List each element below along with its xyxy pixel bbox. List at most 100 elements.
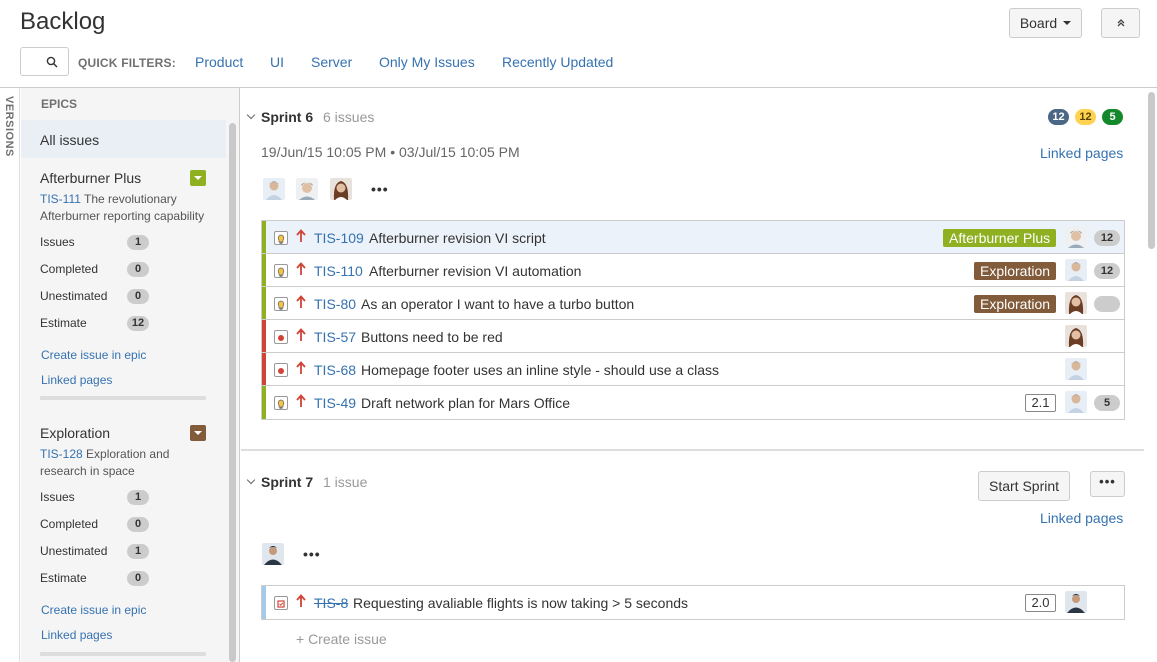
epic-linked-pages-link[interactable]: Linked pages (41, 373, 112, 387)
epic-stat-label: Unestimated (40, 289, 108, 303)
issue-type-bar (262, 386, 266, 419)
issue-summary: Afterburner revision VI script (369, 230, 546, 246)
avatar[interactable] (262, 543, 284, 565)
priority-major-icon (296, 328, 306, 341)
issue-row[interactable]: TIS-80 As an operator I want to have a t… (262, 287, 1124, 320)
issue-type-bar (262, 586, 266, 619)
avatar[interactable] (1065, 391, 1087, 413)
epic-stat-badge: 1 (127, 490, 149, 505)
avatar[interactable] (263, 178, 285, 200)
issue-row[interactable]: TIS-49 Draft network plan for Mars Offic… (262, 386, 1124, 419)
versions-panel[interactable] (0, 88, 20, 662)
priority-major-icon (296, 394, 306, 407)
create-issue-in-epic-link[interactable]: Create issue in epic (41, 348, 146, 362)
all-issues-label: All issues (40, 132, 100, 148)
issue-row[interactable]: TIS-57 Buttons need to be red (262, 320, 1124, 353)
issue-summary: Homepage footer uses an inline style - s… (361, 362, 719, 378)
estimate-badge: 12 (1094, 263, 1120, 279)
story-points-badge: 2.1 (1025, 394, 1056, 412)
story-icon (274, 297, 288, 311)
board-button[interactable]: Board (1009, 8, 1082, 38)
sprint-collapse-icon[interactable] (246, 475, 256, 485)
issue-row[interactable]: TIS-109 Afterburner revision VI script A… (262, 221, 1124, 254)
epic-linked-pages-link[interactable]: Linked pages (41, 628, 112, 642)
quick-filter-only-my-issues[interactable]: Only My Issues (379, 54, 475, 70)
quick-filter-product[interactable]: Product (195, 54, 243, 70)
collapse-header-button[interactable] (1101, 8, 1140, 38)
epic-lozenge[interactable]: Exploration (974, 295, 1057, 313)
search-input[interactable] (20, 47, 69, 76)
story-icon (274, 396, 288, 410)
sprint-issue-list: TIS-8 Requesting avaliable flights is no… (261, 585, 1125, 620)
avatar[interactable] (1065, 226, 1087, 248)
status-badge-in-progress: 12 (1075, 109, 1096, 125)
epic-stat-badge: 1 (127, 235, 149, 250)
priority-major-icon (296, 361, 306, 374)
epic-name: Exploration (40, 425, 111, 441)
sprint-linked-pages-link[interactable]: Linked pages (1040, 510, 1123, 526)
issue-key[interactable]: TIS-109 (314, 230, 364, 246)
epics-panel: EPICS All issues Afterburner Plus TIS-11… (21, 88, 240, 662)
issue-type-bar (262, 221, 266, 253)
create-issue-link[interactable]: + Create issue (296, 631, 387, 647)
quick-filter-ui[interactable]: UI (270, 54, 284, 70)
avatar[interactable] (330, 178, 352, 200)
sprint-name: Sprint 7 (261, 474, 314, 490)
epic-progress-bar (40, 652, 206, 656)
start-sprint-button[interactable]: Start Sprint (978, 471, 1070, 501)
issue-type-bar (262, 353, 266, 385)
board-button-label: Board (1019, 15, 1058, 31)
story-icon (274, 231, 288, 245)
epic-stat-label: Issues (40, 235, 75, 249)
issue-key[interactable]: TIS-49 (314, 395, 356, 411)
avatar[interactable] (1065, 325, 1087, 347)
status-badge-done: 5 (1102, 109, 1123, 125)
epic-stat-label: Estimate (40, 316, 87, 330)
sprint-collapse-icon[interactable] (246, 110, 256, 120)
issue-row[interactable]: TIS-110 Afterburner revision VI automati… (262, 254, 1124, 287)
double-chevron-up-icon (1117, 19, 1124, 27)
epic-stat-badge: 1 (127, 544, 149, 559)
quick-filter-server[interactable]: Server (311, 54, 352, 70)
create-issue-in-epic-link[interactable]: Create issue in epic (41, 603, 146, 617)
sprint-more-actions-button[interactable]: ••• (1090, 471, 1125, 497)
epics-scrollbar[interactable] (229, 123, 236, 662)
avatar[interactable] (1065, 292, 1087, 314)
issue-key[interactable]: TIS-57 (314, 329, 356, 345)
issue-row[interactable]: TIS-8 Requesting avaliable flights is no… (262, 586, 1124, 619)
avatar[interactable] (1065, 259, 1087, 281)
all-issues-item[interactable]: All issues (21, 120, 226, 158)
quick-filter-recently-updated[interactable]: Recently Updated (502, 54, 613, 70)
backlog-scrollbar[interactable] (1148, 92, 1155, 249)
bug-icon (274, 363, 288, 377)
versions-tab[interactable]: VERSIONS (3, 96, 15, 157)
priority-major-icon (296, 594, 306, 607)
status-badge-todo: 12 (1048, 109, 1069, 125)
sprint-linked-pages-link[interactable]: Linked pages (1040, 145, 1123, 161)
epic-key[interactable]: TIS-111 (40, 192, 81, 206)
more-assignees-icon[interactable]: ••• (371, 181, 389, 197)
epic-progress-bar (40, 396, 206, 400)
issue-key[interactable]: TIS-80 (314, 296, 356, 312)
epic-stat-badge: 0 (127, 517, 149, 532)
epic-stat-badge: 0 (127, 262, 149, 277)
estimate-badge: 12 (1094, 230, 1120, 246)
epic-toggle-icon[interactable] (190, 170, 206, 186)
issue-key[interactable]: TIS-68 (314, 362, 356, 378)
sprint-name: Sprint 6 (261, 109, 314, 125)
story-points-badge: 2.0 (1025, 594, 1056, 612)
epic-key[interactable]: TIS-128 (40, 447, 83, 461)
avatar[interactable] (1065, 591, 1087, 613)
epic-lozenge[interactable]: Exploration (974, 262, 1057, 280)
more-assignees-icon[interactable]: ••• (303, 546, 321, 562)
avatar[interactable] (296, 178, 318, 200)
issue-key[interactable]: TIS-8 (314, 595, 348, 611)
issue-row[interactable]: TIS-68 Homepage footer uses an inline st… (262, 353, 1124, 386)
epic-lozenge[interactable]: Afterburner Plus (943, 229, 1057, 247)
task-icon (274, 596, 288, 610)
epic-toggle-icon[interactable] (190, 425, 206, 441)
issue-key[interactable]: TIS-110 (314, 263, 363, 279)
sprint-issue-list: TIS-109 Afterburner revision VI script A… (261, 220, 1125, 420)
estimate-badge: 5 (1094, 395, 1120, 411)
avatar[interactable] (1065, 358, 1087, 380)
